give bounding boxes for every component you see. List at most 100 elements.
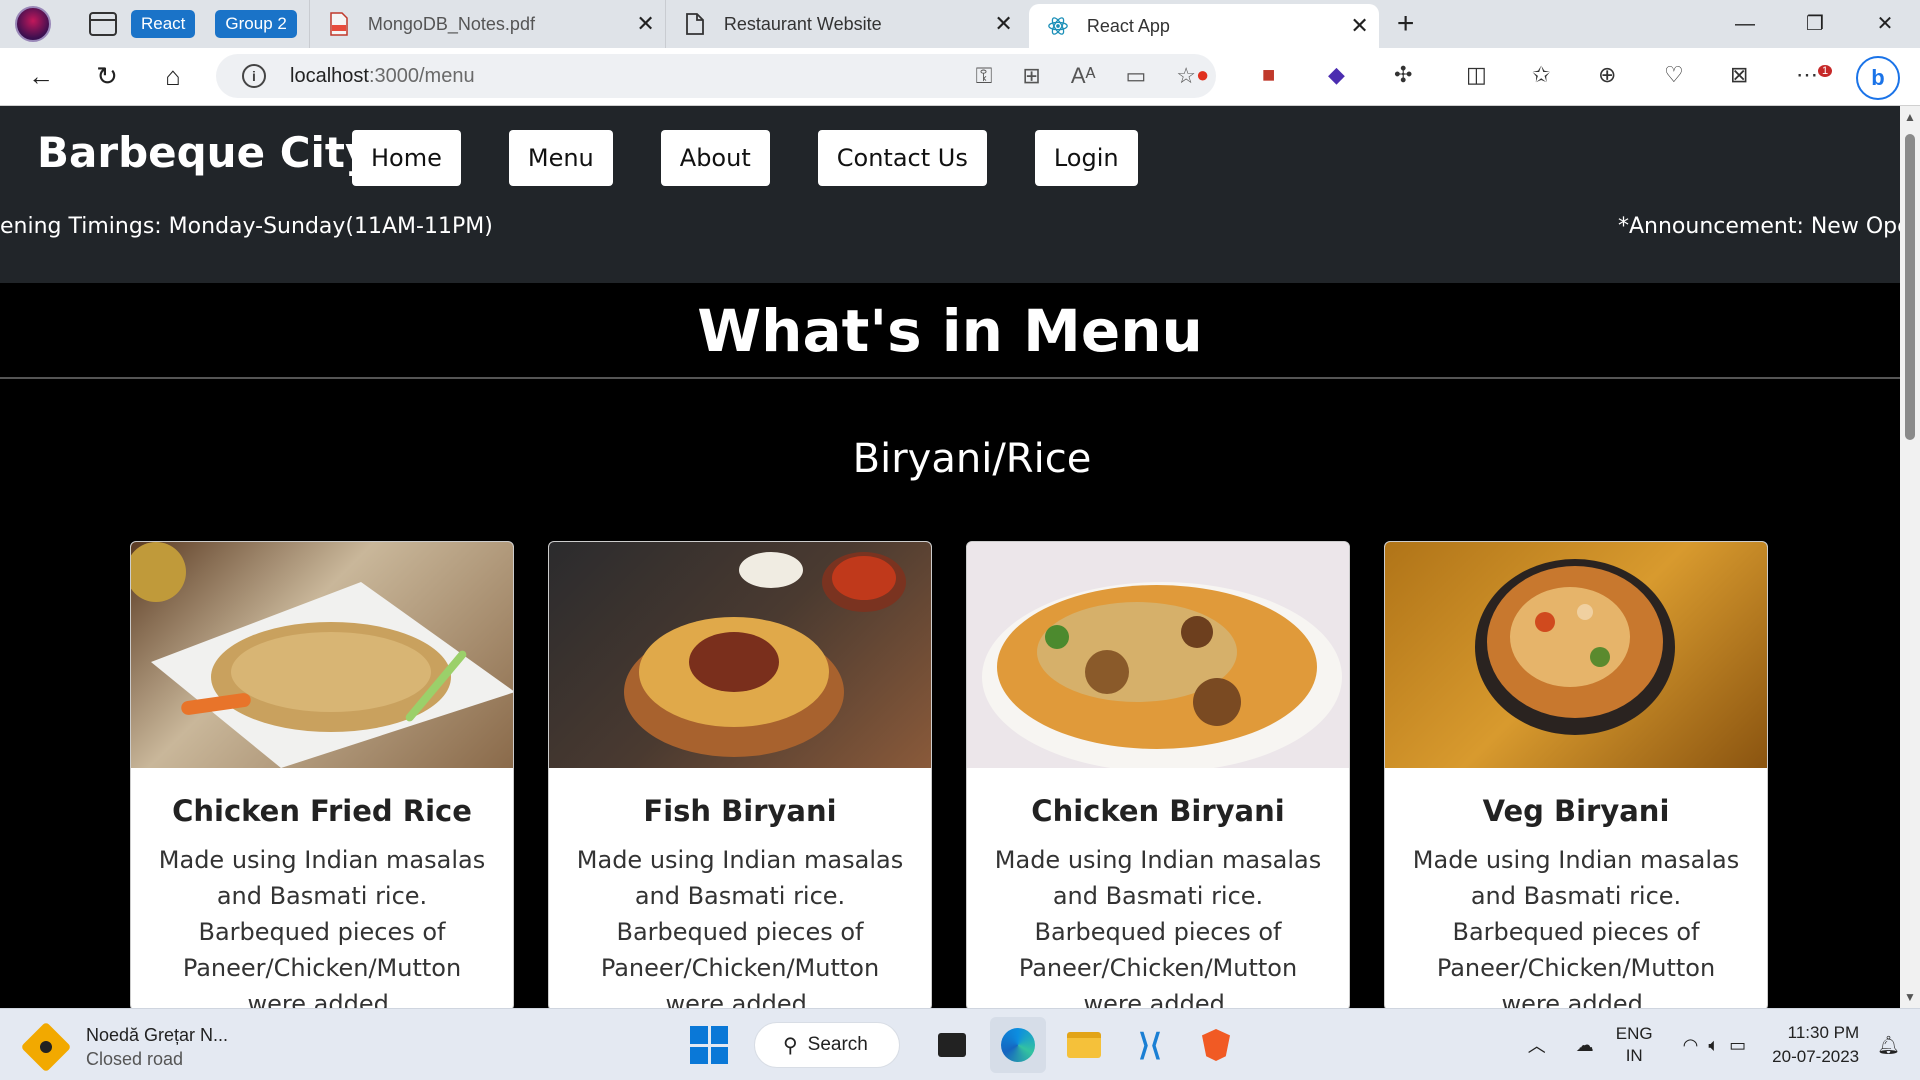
food-image [549, 542, 931, 768]
file-explorer-icon[interactable] [1056, 1017, 1112, 1073]
extensions-icon[interactable]: ✣ [1394, 62, 1412, 88]
ticker-announcement: *Announcement: New Ope [1618, 214, 1900, 239]
edge-browser-icon[interactable] [990, 1017, 1046, 1073]
collections-icon[interactable]: ⊕ [1598, 62, 1616, 88]
nav-login-button[interactable]: Login [1034, 130, 1138, 186]
nav-home-button[interactable]: Home [352, 130, 461, 186]
address-bar-row: ← ↻ ⌂ i localhost:3000/menu ⚿ ⊞ Aᴬ ▭ ☆ ●… [0, 48, 1920, 106]
menu-cards: Chicken Fried Rice Made using Indian mas… [130, 541, 1802, 1008]
close-icon[interactable]: ✕ [994, 11, 1012, 37]
site-navbar: Barbeque City Home Menu About Contact Us… [0, 106, 1900, 283]
url-actions: ⚿ ⊞ Aᴬ ▭ ☆ [976, 63, 1196, 89]
favorite-star-icon[interactable]: ☆ [1176, 63, 1196, 89]
tab-mongodb-notes[interactable]: MongoDB_Notes.pdf ✕ [308, 0, 665, 48]
close-window-icon[interactable]: ✕ [1850, 0, 1920, 48]
extension-puzzle-red-icon[interactable]: ■ [1262, 62, 1275, 88]
home-icon[interactable]: ⌂ [140, 61, 206, 92]
wifi-icon[interactable]: ◠ [1683, 1035, 1699, 1056]
restore-icon[interactable]: ❐ [1780, 0, 1850, 48]
road-warning-icon [20, 1021, 72, 1073]
section-title: Biryani/Rice [852, 436, 1092, 482]
taskbar-search[interactable]: ⚲ Search [754, 1022, 900, 1068]
close-icon[interactable]: ✕ [636, 11, 654, 37]
profile-avatar[interactable] [15, 6, 51, 42]
scroll-up-icon[interactable]: ▲ [1904, 110, 1916, 124]
widget-title: Noedă Grețar N... [86, 1025, 229, 1045]
close-icon[interactable]: ✕ [1350, 13, 1368, 39]
document-icon [684, 12, 706, 36]
clock-date: 20-07-2023 [1772, 1047, 1860, 1066]
task-view-icon[interactable] [924, 1017, 980, 1073]
notification-badge: 1 [1818, 64, 1833, 77]
clock[interactable]: 11:30 PM 20-07-2023 [1772, 1021, 1859, 1069]
volume-icon[interactable]: 🔈︎ [1708, 1035, 1719, 1056]
menu-card[interactable]: Fish Biryani Made using Indian masalas a… [548, 541, 932, 1008]
key-icon[interactable]: ⚿ [976, 63, 993, 89]
weather-widget[interactable]: Noedă Grețar N... Closed road [20, 1021, 229, 1073]
windows-taskbar: Noedă Grețar N... Closed road ⚲ Search ⟩… [0, 1008, 1920, 1080]
url-field[interactable]: i localhost:3000/menu ⚿ ⊞ Aᴬ ▭ ☆ [216, 54, 1216, 98]
new-tab-icon[interactable]: + [1397, 7, 1415, 41]
page-scrollbar[interactable]: ▲ ▼ [1900, 106, 1920, 1008]
item-description: Made using Indian masalas and Basmati ri… [1412, 846, 1740, 1008]
site-info-icon[interactable]: i [242, 64, 266, 88]
tab-title: Restaurant Website [723, 13, 882, 34]
menu-card[interactable]: Veg Biryani Made using Indian masalas an… [1384, 541, 1768, 1008]
food-image [967, 542, 1349, 768]
bing-copilot-icon[interactable]: b [1856, 56, 1900, 100]
tab-actions-icon[interactable] [89, 12, 117, 36]
split-screen-icon[interactable]: ◫ [1466, 62, 1487, 88]
nav-menu-button[interactable]: Menu [508, 130, 613, 186]
apps-icon[interactable]: ⊞ [1022, 63, 1040, 89]
minimize-icon[interactable]: — [1710, 0, 1780, 48]
food-image [1385, 542, 1767, 768]
taskbar-apps: ⚲ Search ⟩⟨ [690, 1017, 1244, 1073]
brand-logo[interactable]: Barbeque City [37, 128, 372, 177]
chevron-up-icon[interactable]: ︿ [1528, 1032, 1546, 1058]
brave-browser-icon[interactable] [1188, 1017, 1244, 1073]
language-indicator[interactable]: ENG IN [1616, 1023, 1653, 1067]
tab-react-app[interactable]: React App ✕ [1028, 4, 1379, 48]
favorites-icon[interactable]: ✩ [1532, 62, 1550, 88]
vscode-icon[interactable]: ⟩⟨ [1122, 1017, 1178, 1073]
scroll-down-icon[interactable]: ▼ [1904, 990, 1916, 1004]
menu-card[interactable]: Chicken Fried Rice Made using Indian mas… [130, 541, 514, 1008]
language-code: ENG [1615, 1024, 1653, 1043]
item-name: Chicken Biryani [1031, 794, 1285, 828]
system-tray: ︿ ☁ ENG IN ◠ 🔈︎ ▭ 11:30 PM 20-07-2023 🔔︎ [1528, 1017, 1920, 1073]
refresh-icon[interactable]: ↻ [74, 61, 140, 92]
extension-diamond-icon[interactable]: ◆ [1328, 62, 1345, 88]
item-name: Chicken Fried Rice [172, 794, 472, 828]
scrollbar-thumb[interactable] [1905, 134, 1915, 440]
search-icon: ⚲ [783, 1034, 798, 1057]
extension-red-icon[interactable]: ● [1196, 62, 1209, 88]
tab-group-2[interactable]: Group 2 [215, 10, 297, 38]
card-icon[interactable]: ▭ [1125, 63, 1146, 89]
notifications-icon[interactable]: 🔔︎ [1877, 1035, 1900, 1056]
search-label: Search [807, 1034, 868, 1055]
nav-links: Home Menu About Contact Us Login [352, 130, 1186, 186]
battery-icon[interactable]: ▭ [1729, 1035, 1746, 1056]
tab-title: MongoDB_Notes.pdf [367, 13, 535, 34]
read-aloud-icon[interactable]: Aᴬ [1071, 63, 1096, 89]
math-solver-icon[interactable]: ⊠ [1730, 62, 1748, 88]
item-description: Made using Indian masalas and Basmati ri… [994, 846, 1322, 1008]
tab-group-react[interactable]: React [131, 10, 196, 38]
nav-contact-button[interactable]: Contact Us [817, 130, 987, 186]
health-icon[interactable]: ♡ [1664, 62, 1684, 88]
page-title: What's in Menu [0, 283, 1900, 379]
back-icon[interactable]: ← [8, 61, 74, 92]
start-button[interactable] [690, 1026, 728, 1064]
onedrive-icon[interactable]: ☁ [1576, 1035, 1594, 1056]
more-menu-icon[interactable]: ⋯ 1 [1796, 62, 1833, 88]
item-name: Fish Biryani [643, 794, 837, 828]
url-text[interactable]: localhost:3000/menu [290, 65, 475, 88]
menu-card[interactable]: Chicken Biryani Made using Indian masala… [966, 541, 1350, 1008]
widget-subtitle: Closed road [86, 1049, 184, 1069]
nav-about-button[interactable]: About [660, 130, 770, 186]
item-description: Made using Indian masalas and Basmati ri… [158, 846, 486, 1008]
browser-tab-strip: React Group 2 MongoDB_Notes.pdf ✕ Restau… [0, 0, 1920, 48]
tab-restaurant-website[interactable]: Restaurant Website ✕ [664, 0, 1023, 48]
clock-time: 11:30 PM [1787, 1023, 1860, 1042]
tab-title: React App [1086, 15, 1170, 36]
